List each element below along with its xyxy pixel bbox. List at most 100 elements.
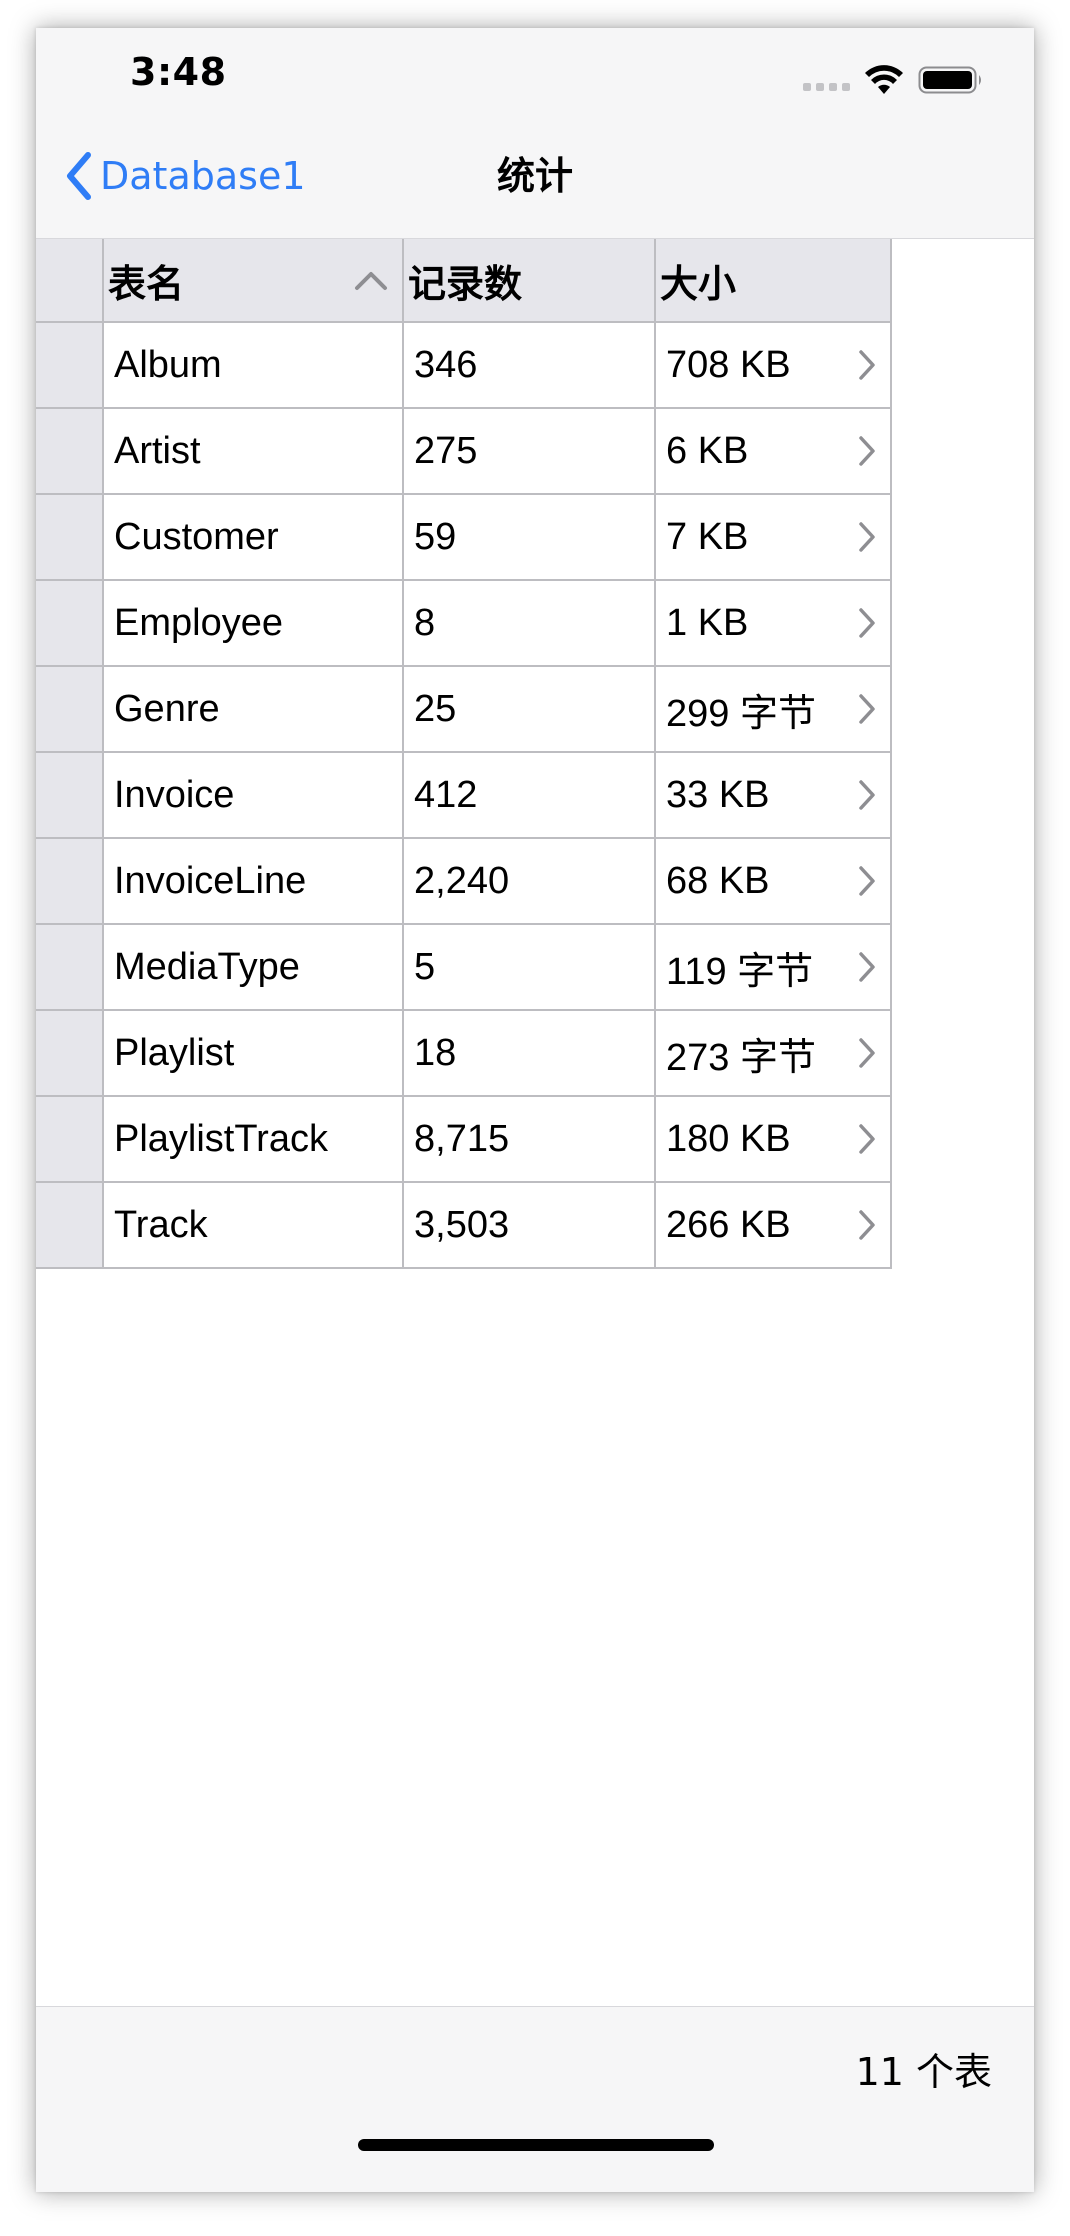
table-name-cell: MediaType (104, 925, 404, 1009)
table-count-label: 11 个表 (855, 2050, 992, 2094)
navigation-bar: 3:48 Database1 统计 (36, 28, 1034, 239)
column-header-count[interactable]: 记录数 (404, 239, 656, 321)
chevron-right-icon (859, 1210, 875, 1240)
size-value: 1 KB (666, 601, 749, 644)
record-count: 2,240 (414, 859, 510, 902)
record-count: 8 (414, 601, 436, 644)
row-index-cell (36, 839, 104, 923)
record-count-cell: 2,240 (404, 839, 656, 923)
chevron-right-icon (859, 436, 875, 466)
table-row[interactable]: Employee 8 1 KB (36, 581, 892, 667)
size-value: 273 字节 (666, 1036, 816, 1079)
chevron-right-icon (859, 608, 875, 638)
column-header-label: 大小 (660, 261, 737, 306)
table-name: InvoiceLine (114, 859, 307, 902)
table-row[interactable]: Album 346 708 KB (36, 323, 892, 409)
table-name: MediaType (114, 945, 300, 988)
wifi-icon (865, 65, 903, 94)
size-value: 299 字节 (666, 692, 816, 735)
table-row[interactable]: MediaType 5 119 字节 (36, 925, 892, 1011)
record-count-cell: 18 (404, 1011, 656, 1095)
status-time: 3:48 (130, 50, 227, 94)
header-index-cell (36, 239, 104, 321)
row-index-cell (36, 323, 104, 407)
statistics-table: 表名 记录数 大小 Album 346 708 KB Artist 275 6 KB Cus… (36, 239, 892, 1269)
table-row[interactable]: Customer 59 7 KB (36, 495, 892, 581)
row-index-cell (36, 1011, 104, 1095)
chevron-right-icon (859, 1038, 875, 1068)
table-name: Track (114, 1203, 208, 1246)
table-name: Customer (114, 515, 279, 558)
size-cell[interactable]: 273 字节 (656, 1011, 892, 1095)
sort-ascending-icon (355, 272, 387, 290)
record-count: 412 (414, 773, 478, 816)
size-cell[interactable]: 33 KB (656, 753, 892, 837)
table-row[interactable]: Invoice 412 33 KB (36, 753, 892, 839)
size-cell[interactable]: 1 KB (656, 581, 892, 665)
record-count: 59 (414, 515, 457, 558)
size-cell[interactable]: 68 KB (656, 839, 892, 923)
table-row[interactable]: Genre 25 299 字节 (36, 667, 892, 753)
size-value: 266 KB (666, 1203, 791, 1246)
column-header-size[interactable]: 大小 (656, 239, 892, 321)
table-name: Genre (114, 687, 220, 730)
phone-screen: 3:48 Database1 统计 表名 记录数 大小 Album 346 70… (36, 28, 1034, 2192)
record-count-cell: 412 (404, 753, 656, 837)
table-row[interactable]: PlaylistTrack 8,715 180 KB (36, 1097, 892, 1183)
size-value: 7 KB (666, 515, 749, 558)
record-count: 18 (414, 1031, 457, 1074)
size-value: 6 KB (666, 429, 749, 472)
size-value: 708 KB (666, 343, 791, 386)
size-value: 180 KB (666, 1117, 791, 1160)
row-index-cell (36, 753, 104, 837)
chevron-right-icon (859, 952, 875, 982)
record-count-cell: 3,503 (404, 1183, 656, 1267)
table-name-cell: Customer (104, 495, 404, 579)
chevron-right-icon (859, 350, 875, 380)
row-index-cell (36, 581, 104, 665)
table-name-cell: Track (104, 1183, 404, 1267)
size-cell[interactable]: 119 字节 (656, 925, 892, 1009)
record-count: 3,503 (414, 1203, 510, 1246)
table-name-cell: Employee (104, 581, 404, 665)
size-cell[interactable]: 708 KB (656, 323, 892, 407)
size-cell[interactable]: 7 KB (656, 495, 892, 579)
size-cell[interactable]: 266 KB (656, 1183, 892, 1267)
record-count-cell: 25 (404, 667, 656, 751)
record-count-cell: 275 (404, 409, 656, 493)
record-count: 275 (414, 429, 478, 472)
size-cell[interactable]: 6 KB (656, 409, 892, 493)
table-name-cell: Playlist (104, 1011, 404, 1095)
row-index-cell (36, 925, 104, 1009)
record-count: 25 (414, 687, 457, 730)
table-name: Employee (114, 601, 283, 644)
column-header-name[interactable]: 表名 (104, 239, 404, 321)
record-count-cell: 5 (404, 925, 656, 1009)
table-name-cell: Invoice (104, 753, 404, 837)
battery-icon (918, 66, 981, 94)
home-indicator[interactable] (358, 2139, 714, 2151)
row-index-cell (36, 1097, 104, 1181)
chevron-right-icon (859, 694, 875, 724)
table-row[interactable]: InvoiceLine 2,240 68 KB (36, 839, 892, 925)
table-name-cell: InvoiceLine (104, 839, 404, 923)
size-cell[interactable]: 180 KB (656, 1097, 892, 1181)
row-index-cell (36, 667, 104, 751)
table-name: Invoice (114, 773, 235, 816)
column-header-label: 表名 (108, 261, 185, 306)
table-name: PlaylistTrack (114, 1117, 328, 1160)
table-row[interactable]: Track 3,503 266 KB (36, 1183, 892, 1269)
table-name-cell: Artist (104, 409, 404, 493)
record-count-cell: 59 (404, 495, 656, 579)
record-count: 8,715 (414, 1117, 510, 1160)
table-name-cell: Genre (104, 667, 404, 751)
size-value: 33 KB (666, 773, 770, 816)
size-cell[interactable]: 299 字节 (656, 667, 892, 751)
table-row[interactable]: Playlist 18 273 字节 (36, 1011, 892, 1097)
record-count: 346 (414, 343, 478, 386)
page-title: 统计 (496, 154, 573, 198)
record-count-cell: 346 (404, 323, 656, 407)
row-index-cell (36, 495, 104, 579)
column-header-label: 记录数 (408, 261, 523, 306)
table-row[interactable]: Artist 275 6 KB (36, 409, 892, 495)
